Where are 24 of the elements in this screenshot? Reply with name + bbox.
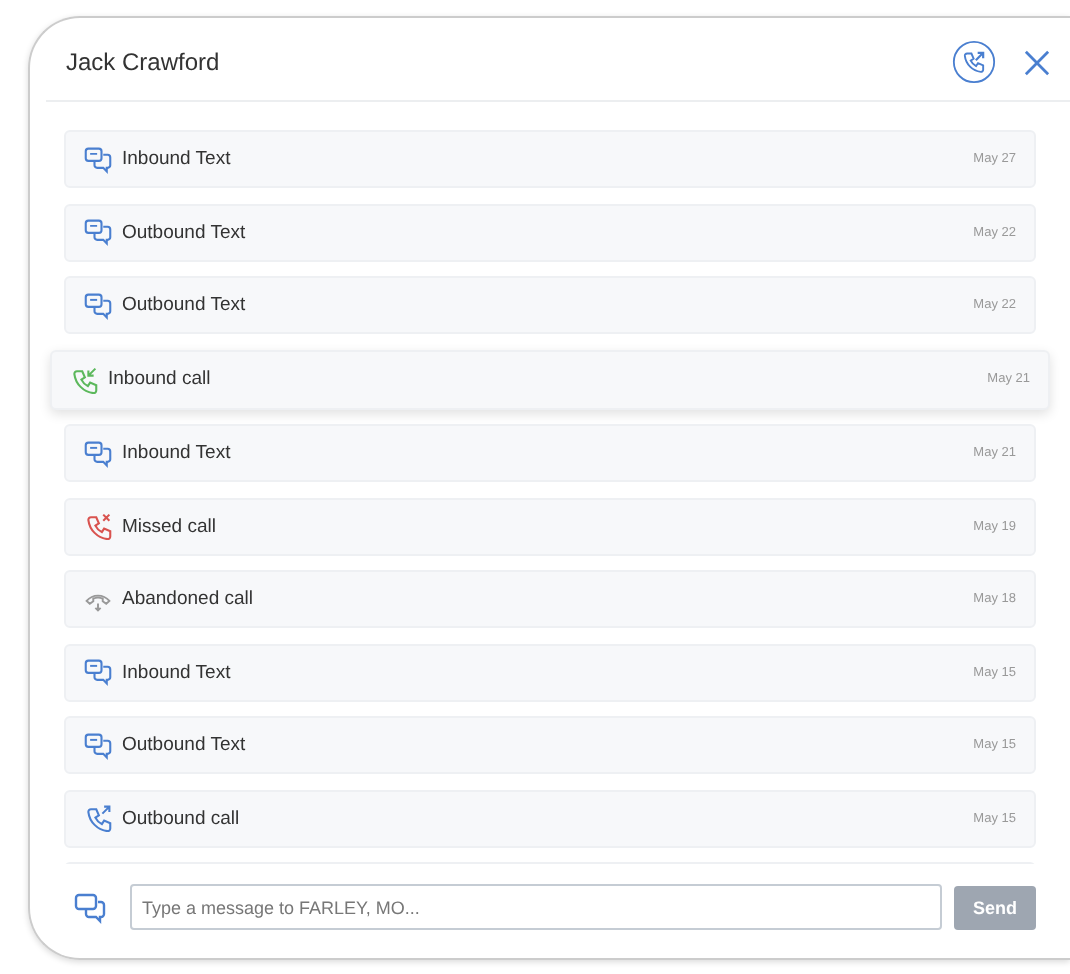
activity-label: Inbound call <box>108 368 213 390</box>
chat-bubbles-icon <box>84 439 112 467</box>
missed-call-icon <box>84 512 112 540</box>
chat-bubbles-icon <box>84 218 112 246</box>
chat-bubbles-icon <box>84 291 112 319</box>
chat-bubbles-icon <box>84 145 112 173</box>
outgoing-call-icon <box>84 804 112 832</box>
contact-name: Jack Crawford <box>66 48 222 76</box>
activity-label: Abandoned call <box>122 588 255 610</box>
activity-label: Outbound Text <box>122 221 248 243</box>
outbound-call-icon[interactable] <box>952 40 996 84</box>
activity-label: Inbound Text <box>122 661 233 683</box>
activity-label: Inbound Text <box>122 148 233 170</box>
activity-label: Outbound Text <box>122 734 248 756</box>
activity-label: Outbound Text <box>122 294 248 316</box>
activity-label: Missed call <box>122 515 218 537</box>
chat-bubbles-icon <box>84 658 112 686</box>
activity-label: Outbound call <box>122 807 242 829</box>
chat-bubbles-icon <box>84 731 112 759</box>
close-icon[interactable] <box>1024 49 1050 75</box>
activity-label: Inbound Text <box>122 442 233 464</box>
incoming-call-icon <box>70 365 98 393</box>
message-field[interactable]: Type a message to FARLEY, MO... <box>130 884 942 930</box>
chat-bubbles-icon[interactable] <box>74 891 106 923</box>
